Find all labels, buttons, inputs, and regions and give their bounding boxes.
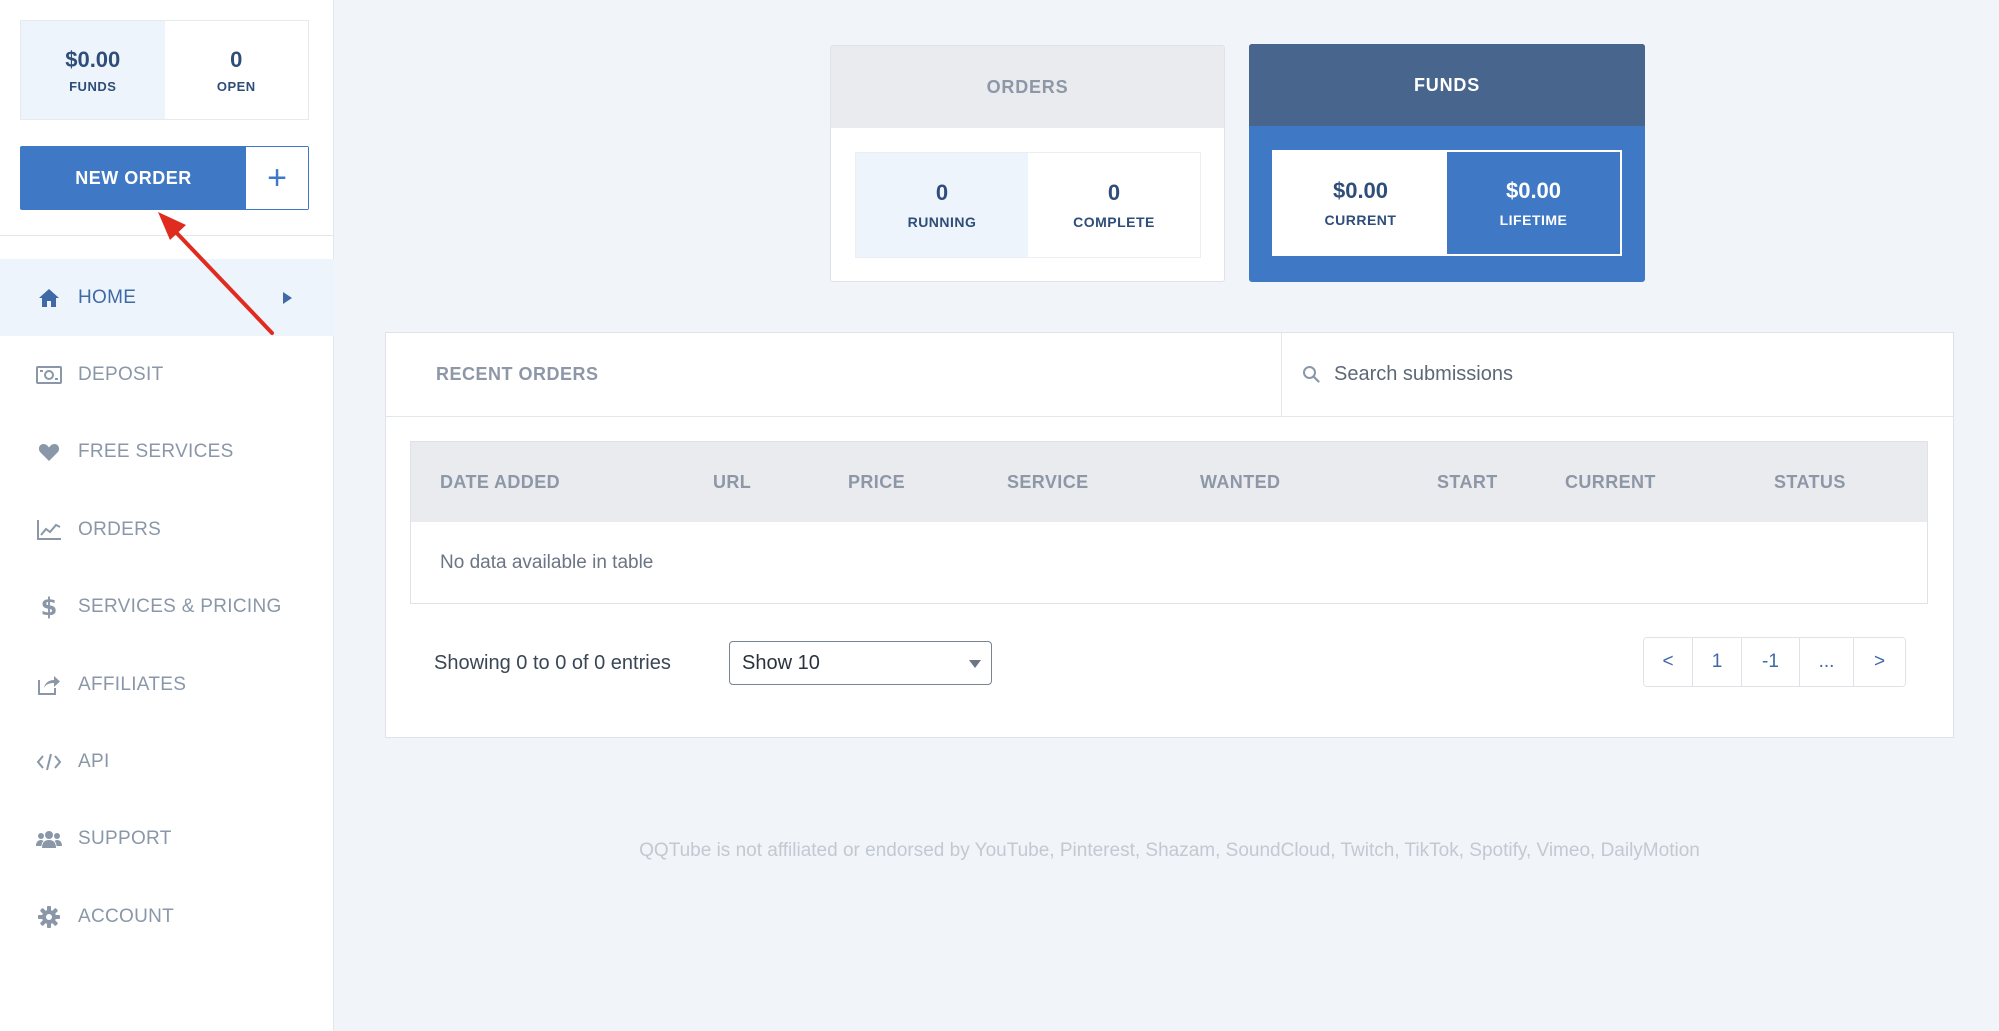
complete-label: COMPLETE — [1073, 214, 1155, 230]
funds-card-stats: $0.00 CURRENT $0.00 LIFETIME — [1272, 150, 1622, 256]
current-funds-label: CURRENT — [1324, 212, 1397, 228]
current-funds-stat[interactable]: $0.00 CURRENT — [1274, 152, 1447, 254]
sidebar-item-label: DEPOSIT — [78, 364, 164, 386]
funds-value: $0.00 — [65, 46, 121, 72]
new-order-group: NEW ORDER + — [20, 146, 309, 210]
page-size-select[interactable]: Show 10 — [729, 641, 992, 685]
footer-disclaimer: QQTube is not affiliated or endorsed by … — [639, 840, 1700, 861]
column-service[interactable]: SERVICE — [1007, 442, 1089, 522]
recent-orders-title: RECENT ORDERS — [386, 333, 1282, 416]
funds-card-title: FUNDS — [1249, 44, 1645, 126]
money-bill-icon — [36, 364, 62, 386]
pagination-ellipsis[interactable]: ... — [1800, 638, 1854, 686]
column-date-added[interactable]: DATE ADDED — [440, 442, 560, 522]
open-label: OPEN — [216, 78, 256, 94]
pagination-next[interactable]: > — [1854, 638, 1905, 686]
sidebar-divider — [0, 235, 334, 236]
table-footer: Showing 0 to 0 of 0 entries Show 10 < 1 … — [386, 633, 1953, 693]
sidebar-item-affiliates[interactable]: AFFILIATES — [0, 646, 334, 723]
table-header: DATE ADDED URL PRICE SERVICE WANTED STAR… — [411, 442, 1927, 522]
table-empty-row: No data available in table — [440, 551, 654, 573]
showing-entries-text: Showing 0 to 0 of 0 entries — [434, 651, 671, 674]
column-price[interactable]: PRICE — [848, 442, 905, 522]
home-icon — [36, 287, 62, 309]
gear-icon — [36, 905, 62, 928]
sidebar-item-deposit[interactable]: DEPOSIT — [0, 336, 334, 413]
sidebar-item-label: FREE SERVICES — [78, 441, 234, 463]
sidebar-item-support[interactable]: SUPPORT — [0, 801, 334, 878]
lifetime-funds-stat[interactable]: $0.00 LIFETIME — [1447, 152, 1620, 254]
funds-card: FUNDS $0.00 CURRENT $0.00 LIFETIME — [1249, 44, 1645, 282]
orders-card: ORDERS 0 RUNNING 0 COMPLETE — [830, 45, 1225, 282]
orders-table: DATE ADDED URL PRICE SERVICE WANTED STAR… — [410, 441, 1928, 604]
sidebar-item-free-services[interactable]: FREE SERVICES — [0, 414, 334, 491]
complete-stat[interactable]: 0 COMPLETE — [1028, 153, 1200, 257]
pagination-page-1[interactable]: 1 — [1693, 638, 1742, 686]
column-start[interactable]: START — [1437, 442, 1498, 522]
sidebar-item-api[interactable]: API — [0, 723, 334, 800]
sidebar-item-label: SERVICES & PRICING — [78, 596, 282, 618]
orders-card-title: ORDERS — [831, 46, 1224, 128]
users-icon — [36, 828, 62, 850]
line-chart-icon — [36, 519, 62, 541]
running-value: 0 — [935, 180, 949, 205]
column-status[interactable]: STATUS — [1774, 442, 1846, 522]
sidebar: $0.00 FUNDS 0 OPEN NEW ORDER + HOME DEPO… — [0, 0, 334, 1031]
new-order-plus-button[interactable]: + — [246, 147, 308, 209]
sidebar-item-label: SUPPORT — [78, 828, 172, 850]
column-current[interactable]: CURRENT — [1565, 442, 1656, 522]
recent-orders-header: RECENT ORDERS — [386, 333, 1953, 417]
dollar-icon: $ — [36, 594, 62, 620]
column-url[interactable]: URL — [713, 442, 751, 522]
page-size-value: Show 10 — [742, 651, 820, 674]
new-order-button[interactable]: NEW ORDER — [21, 147, 246, 209]
sidebar-item-services-pricing[interactable]: $ SERVICES & PRICING — [0, 569, 334, 646]
caret-right-icon — [283, 291, 292, 304]
current-funds-value: $0.00 — [1332, 178, 1389, 203]
complete-value: 0 — [1107, 180, 1121, 205]
funds-stat[interactable]: $0.00 FUNDS — [21, 21, 165, 119]
recent-orders-panel: RECENT ORDERS DATE ADDED URL PRICE SERVI… — [385, 332, 1954, 738]
search-box — [1282, 333, 1953, 416]
sidebar-item-label: HOME — [78, 286, 137, 308]
lifetime-funds-value: $0.00 — [1505, 178, 1562, 203]
sidebar-item-label: AFFILIATES — [78, 673, 187, 695]
open-stat[interactable]: 0 OPEN — [165, 21, 309, 119]
svg-text:$: $ — [41, 594, 57, 620]
share-icon — [36, 674, 62, 696]
pagination-prev[interactable]: < — [1644, 638, 1693, 686]
pagination: < 1 -1 ... > — [1643, 637, 1906, 687]
chevron-down-icon — [969, 660, 981, 668]
sidebar-nav: HOME DEPOSIT FREE SERVICES ORDERS $ SERV… — [0, 259, 334, 956]
pagination-page-last[interactable]: -1 — [1742, 638, 1800, 686]
sidebar-item-label: ORDERS — [78, 518, 162, 540]
search-icon — [1302, 365, 1322, 385]
running-stat[interactable]: 0 RUNNING — [856, 153, 1028, 257]
sidebar-item-home[interactable]: HOME — [0, 259, 334, 337]
column-wanted[interactable]: WANTED — [1200, 442, 1280, 522]
heart-icon — [36, 441, 62, 463]
orders-card-stats: 0 RUNNING 0 COMPLETE — [855, 152, 1201, 258]
running-label: RUNNING — [907, 214, 977, 230]
sidebar-stats: $0.00 FUNDS 0 OPEN — [20, 20, 309, 120]
sidebar-item-account[interactable]: ACCOUNT — [0, 878, 334, 955]
open-value: 0 — [230, 46, 243, 72]
sidebar-item-label: ACCOUNT — [78, 905, 175, 927]
sidebar-item-label: API — [78, 751, 110, 773]
search-input[interactable] — [1334, 363, 1894, 386]
lifetime-funds-label: LIFETIME — [1499, 212, 1568, 228]
sidebar-item-orders[interactable]: ORDERS — [0, 491, 334, 568]
funds-label: FUNDS — [69, 78, 117, 94]
code-icon — [36, 751, 62, 773]
